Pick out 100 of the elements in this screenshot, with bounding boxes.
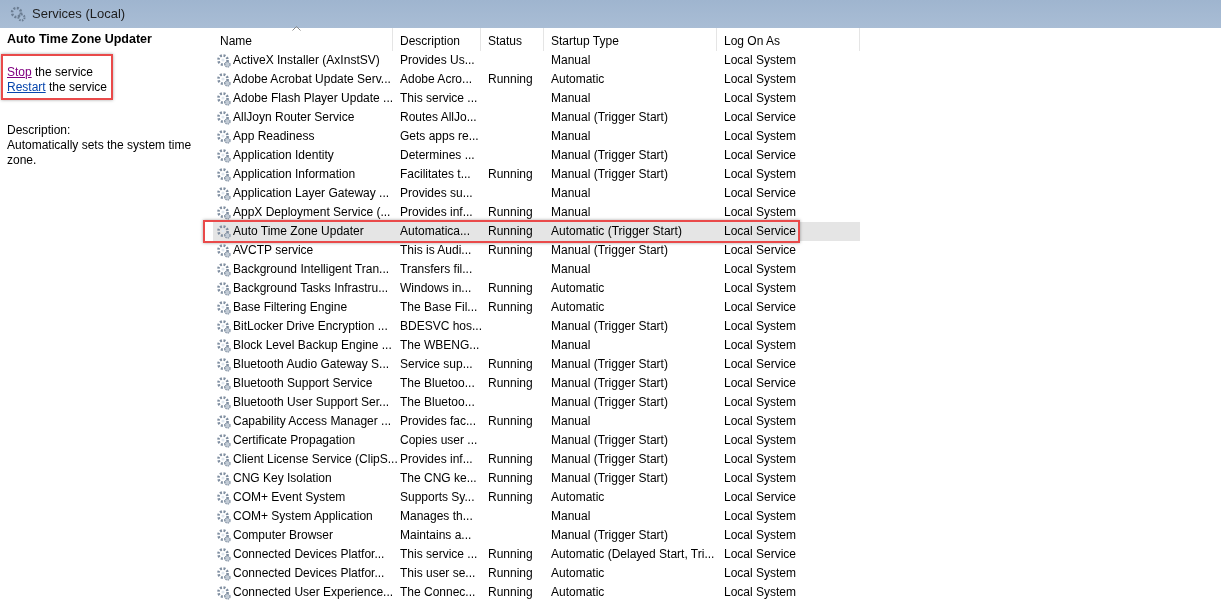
table-cell-text: Local Service <box>723 109 798 126</box>
table-cell-text: Connected User Experience... <box>233 584 394 601</box>
service-row[interactable]: Connected Devices Platfor... This service ... Running Automatic (Delayed Start, Tri... Local Service <box>213 545 860 564</box>
gear-icon <box>216 547 231 562</box>
table-cell-text: Local System <box>723 280 798 297</box>
column-header[interactable]: Name <box>213 28 393 51</box>
service-row[interactable]: Application Layer Gateway ... Provides su... Manual Local Service <box>213 184 860 203</box>
table-cell-text: Local System <box>723 413 798 430</box>
table-cell-text: Local Service <box>723 223 798 240</box>
service-action-link[interactable]: Restart <box>7 80 46 94</box>
service-row[interactable]: Capability Access Manager ... Provides fac... Running Manual Local System <box>213 412 860 431</box>
gear-icon <box>216 281 231 296</box>
service-row[interactable]: Connected User Experience... The Connec... Running Automatic Local System <box>213 583 860 602</box>
table-cell-text: Automatic (Delayed Start, Tri... <box>550 546 716 563</box>
column-header[interactable]: Log On As <box>717 28 860 51</box>
action-text: Stop the service <box>7 65 95 80</box>
service-row[interactable]: Bluetooth Support Service The Bluetoo... Running Manual (Trigger Start) Local Service <box>213 374 860 393</box>
table-cell-text: Manual (Trigger Start) <box>550 147 669 164</box>
service-row[interactable]: Bluetooth Audio Gateway S... Service sup... Running Manual (Trigger Start) Local Service <box>213 355 860 374</box>
gear-icon <box>216 186 231 201</box>
service-action-link[interactable]: Stop <box>7 65 32 79</box>
table-cell-text: The WBENG... <box>399 337 481 354</box>
table-cell-text: Running <box>487 375 534 392</box>
table-cell-text: Running <box>487 565 534 582</box>
table-cell-text: Running <box>487 356 534 373</box>
table-cell-text: The Bluetoo... <box>399 375 476 392</box>
table-cell-text: This user se... <box>399 565 477 582</box>
table-cell-text: Local System <box>723 337 798 354</box>
column-header[interactable]: Status <box>481 28 544 51</box>
table-cell-text: Manual <box>550 90 592 107</box>
service-row[interactable]: Bluetooth User Support Ser... The Bluetoo... Manual (Trigger Start) Local System <box>213 393 860 412</box>
table-cell-text: Determines ... <box>399 147 476 164</box>
table-cell-text: This is Audi... <box>399 242 473 259</box>
service-row[interactable]: App Readiness Gets apps re... Manual Local System <box>213 127 860 146</box>
table-cell-text: Local Service <box>723 489 798 506</box>
table-cell-text: Running <box>487 299 534 316</box>
table-cell-text: Local System <box>723 584 798 601</box>
service-row[interactable]: CNG Key Isolation The CNG ke... Running Manual (Trigger Start) Local System <box>213 469 860 488</box>
table-cell-text: Local Service <box>723 185 798 202</box>
table-cell-text: This service ... <box>399 90 479 107</box>
gear-icon <box>216 319 231 334</box>
table-cell-text: Provides Us... <box>399 52 476 69</box>
gear-icon <box>216 53 231 68</box>
gear-icon <box>216 262 231 277</box>
service-row[interactable]: COM+ System Application Manages th... Manual Local System <box>213 507 860 526</box>
table-cell-text: Running <box>487 546 534 563</box>
service-row[interactable]: Background Tasks Infrastru... Windows in... Running Automatic Local System <box>213 279 860 298</box>
table-cell-text: Local System <box>723 71 798 88</box>
table-cell-text: Manual (Trigger Start) <box>550 242 669 259</box>
service-row[interactable]: Adobe Acrobat Update Serv... Adobe Acro... Running Automatic Local System <box>213 70 860 89</box>
service-row[interactable]: Computer Browser Maintains a... Manual (Trigger Start) Local System <box>213 526 860 545</box>
service-row[interactable]: Client License Service (ClipS... Provides inf... Running Manual (Trigger Start) Local System <box>213 450 860 469</box>
gear-icon <box>216 300 231 315</box>
service-row[interactable]: Application Identity Determines ... Manual (Trigger Start) Local Service <box>213 146 860 165</box>
table-cell-text: Maintains a... <box>399 527 473 544</box>
table-cell-text: Transfers fil... <box>399 261 474 278</box>
table-cell-text: Adobe Flash Player Update ... <box>233 90 394 107</box>
service-row[interactable]: Background Intelligent Tran... Transfers fil... Manual Local System <box>213 260 860 279</box>
table-cell-text: Adobe Acrobat Update Serv... <box>233 71 391 88</box>
gear-icon <box>216 110 231 125</box>
service-row[interactable]: AllJoyn Router Service Routes AllJo... Manual (Trigger Start) Local Service <box>213 108 860 127</box>
table-cell-text: Application Information <box>233 166 356 183</box>
table-cell-text: Local Service <box>723 356 798 373</box>
gear-icon <box>216 167 231 182</box>
service-title: Auto Time Zone Updater <box>7 32 153 47</box>
service-row[interactable]: Certificate Propagation Copies user ... Manual (Trigger Start) Local System <box>213 431 860 450</box>
table-cell-text: Automatic <box>550 584 606 601</box>
table-cell-text: Provides su... <box>399 185 474 202</box>
table-cell-text: The Bluetoo... <box>399 394 476 411</box>
table-cell-text: Manual <box>550 185 592 202</box>
column-header[interactable]: Description <box>393 28 481 51</box>
table-cell-text: COM+ Event System <box>233 489 346 506</box>
table-cell-text: Block Level Backup Engine ... <box>233 337 392 354</box>
service-row[interactable]: Connected Devices Platfor... This user se... Running Automatic Local System <box>213 564 860 583</box>
service-row[interactable]: Block Level Backup Engine ... The WBENG... Manual Local System <box>213 336 860 355</box>
column-header[interactable]: Startup Type <box>544 28 717 51</box>
service-row[interactable]: Application Information Facilitates t... Running Manual (Trigger Start) Local System <box>213 165 860 184</box>
table-cell-text: Manual (Trigger Start) <box>550 356 669 373</box>
service-row[interactable]: Adobe Flash Player Update ... This service ... Manual Local System <box>213 89 860 108</box>
table-cell-text: Manual (Trigger Start) <box>550 527 669 544</box>
table-cell-text: The Connec... <box>399 584 477 601</box>
service-row[interactable]: AVCTP service This is Audi... Running Manual (Trigger Start) Local Service <box>213 241 860 260</box>
table-cell-text: Running <box>487 166 534 183</box>
window-title: Services (Local) <box>32 5 126 24</box>
gear-icon <box>216 357 231 372</box>
table-cell-text: AllJoyn Router Service <box>233 109 355 126</box>
table-cell-text: Routes AllJo... <box>399 109 478 126</box>
gear-icon <box>216 528 231 543</box>
service-row[interactable]: Base Filtering Engine The Base Fil... Running Automatic Local Service <box>213 298 860 317</box>
gear-icon <box>216 243 231 258</box>
service-row[interactable]: ActiveX Installer (AxInstSV) Provides Us... Manual Local System <box>213 51 860 70</box>
gear-icon <box>216 72 231 87</box>
service-row[interactable]: COM+ Event System Supports Sy... Running Automatic Local Service <box>213 488 860 507</box>
table-cell-text: Adobe Acro... <box>399 71 474 88</box>
table-cell-text: Manages th... <box>399 508 474 525</box>
service-row[interactable]: BitLocker Drive Encryption ... BDESVC hos... Manual (Trigger Start) Local System <box>213 317 860 336</box>
table-cell-text: AppX Deployment Service (... <box>233 204 391 221</box>
service-row[interactable]: AppX Deployment Service (... Provides inf... Running Manual Local System <box>213 203 860 222</box>
table-cell-text: Automatic <box>550 489 606 506</box>
gear-icon <box>216 205 231 220</box>
